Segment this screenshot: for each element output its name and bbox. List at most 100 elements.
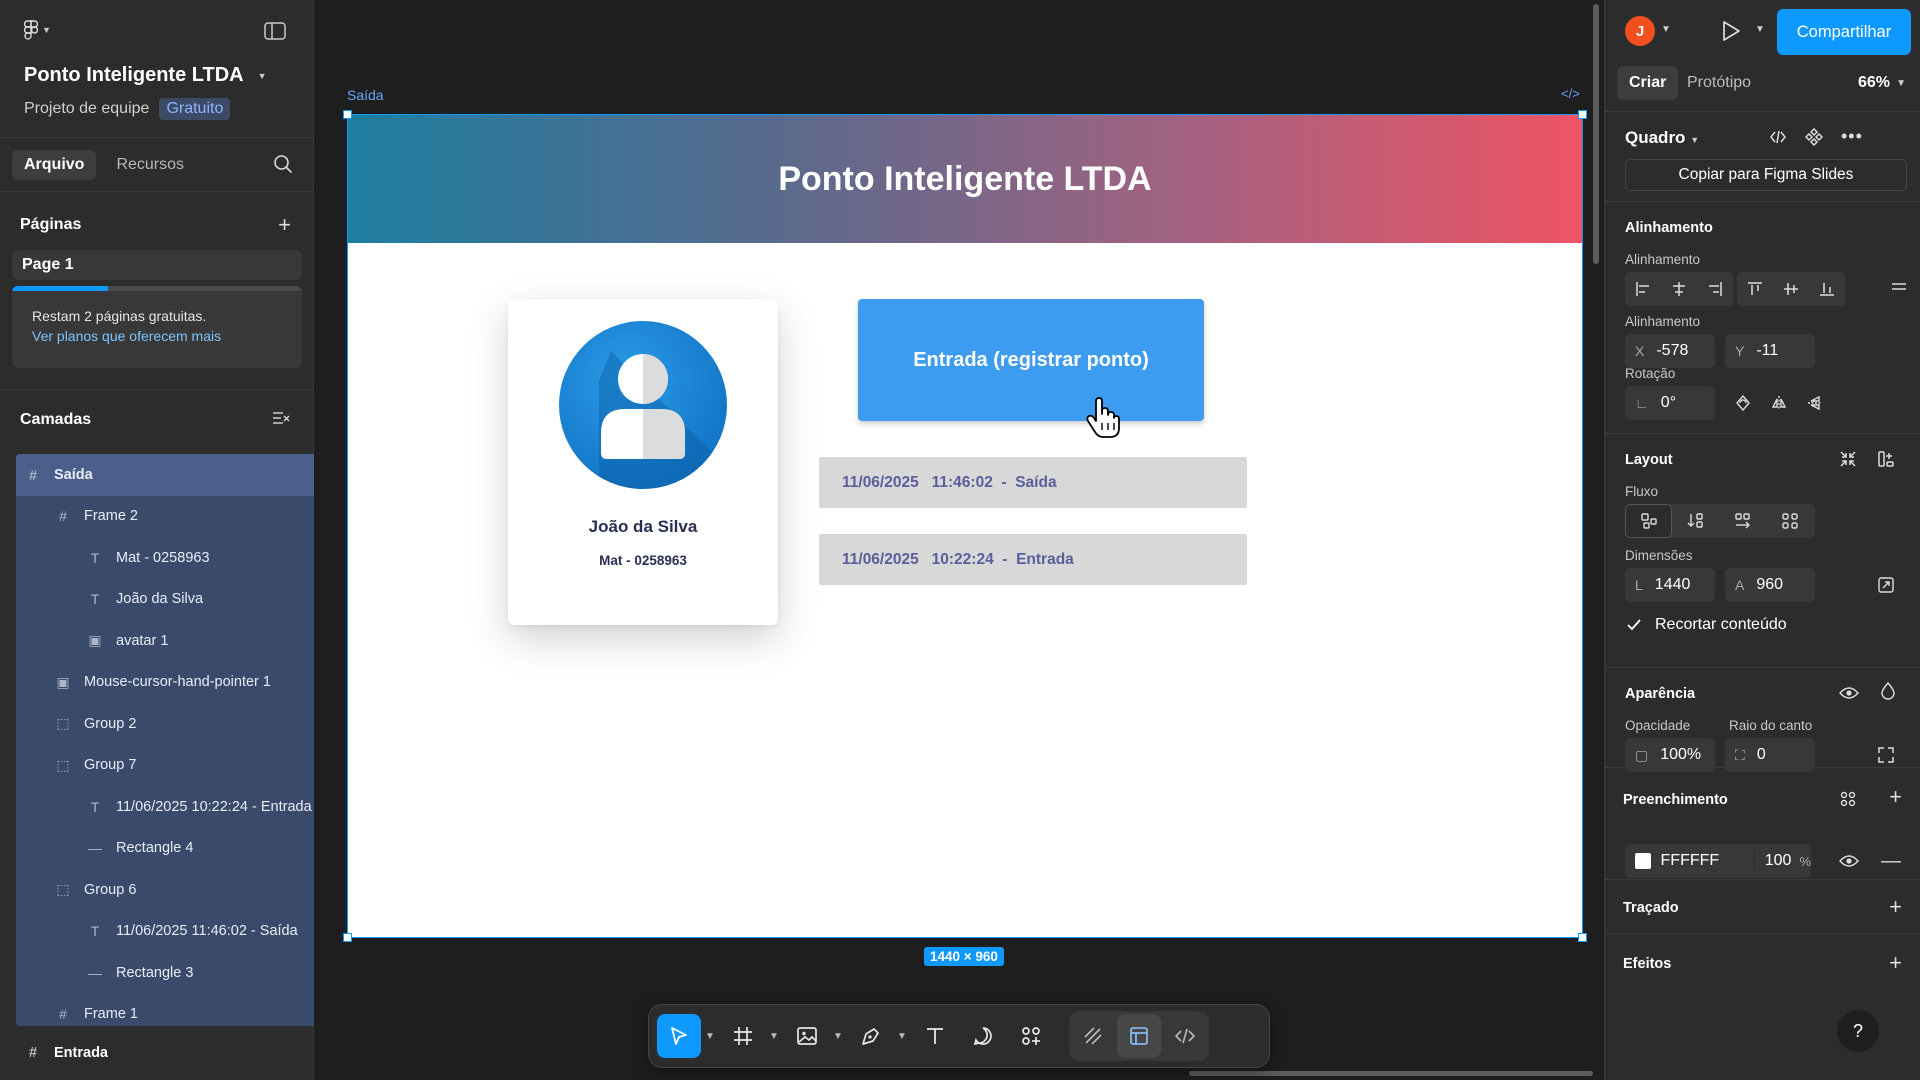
width-field[interactable]: L 1440 (1625, 568, 1715, 602)
help-button[interactable]: ? (1837, 1010, 1879, 1052)
layer-row[interactable]: T Mat - 0258963 (16, 537, 314, 579)
comment-tool-icon[interactable] (961, 1014, 1005, 1058)
layer-row[interactable]: ⬚ Group 2 (16, 703, 314, 745)
share-button[interactable]: Compartilhar (1777, 9, 1911, 55)
dev-mode-icon[interactable] (1163, 1014, 1207, 1058)
freeform-flow-icon[interactable] (1625, 504, 1672, 538)
tab-prototipo[interactable]: Protótipo (1675, 66, 1763, 100)
layer-row[interactable]: T 11/06/2025 10:22:24 - Entrada (16, 786, 314, 828)
chevron-down-icon[interactable]: ▼ (1661, 24, 1671, 35)
components-tool-icon[interactable] (1009, 1014, 1053, 1058)
chevron-down-icon[interactable]: ▼ (1755, 24, 1765, 35)
clip-content-checkbox[interactable]: Recortar conteúdo (1625, 616, 1787, 634)
chevron-down-icon[interactable]: ▼ (833, 1031, 845, 1042)
page-item-1[interactable]: Page 1 (12, 250, 302, 280)
code-icon[interactable]: </> (1561, 86, 1580, 101)
blend-mode-icon[interactable] (1881, 681, 1895, 704)
layer-row[interactable]: — Rectangle 3 (16, 952, 314, 994)
add-page-icon[interactable]: + (278, 212, 291, 238)
collapse-icon[interactable] (1839, 450, 1857, 472)
file-title[interactable]: Ponto Inteligente LTDA ▼ (24, 64, 267, 87)
opacity-field[interactable]: ▢ 100% (1625, 738, 1715, 772)
resize-to-fit-icon[interactable] (1877, 576, 1895, 598)
align-bottom-icon[interactable] (1809, 272, 1845, 306)
main-menu-button[interactable]: ▼ (24, 20, 51, 40)
image-tool-icon[interactable] (785, 1014, 829, 1058)
grid-flow-icon[interactable] (1766, 504, 1813, 538)
chevron-down-icon[interactable]: ▼ (1896, 78, 1906, 89)
distribute-icon[interactable] (1890, 280, 1908, 300)
layer-row[interactable]: ▣ avatar 1 (16, 620, 314, 662)
resize-handle-bl[interactable] (343, 933, 352, 942)
layer-row[interactable]: # Frame 1 (16, 994, 314, 1027)
frame-type-dropdown[interactable]: Quadro ▼ (1625, 128, 1699, 148)
resize-handle-tl[interactable] (343, 110, 352, 119)
layer-entrada[interactable]: # Entrada (16, 1032, 108, 1074)
add-stroke-icon[interactable]: + (1889, 894, 1902, 920)
text-tool-icon[interactable] (913, 1014, 957, 1058)
draw-mode-icon[interactable] (1071, 1014, 1115, 1058)
horizontal-flow-icon[interactable] (1719, 504, 1766, 538)
search-icon[interactable] (273, 154, 293, 178)
avatar[interactable]: J (1625, 16, 1655, 46)
x-position-field[interactable]: X -578 (1625, 334, 1715, 368)
more-options-icon[interactable]: ••• (1841, 126, 1863, 147)
horizontal-scrollbar[interactable] (1189, 1071, 1593, 1076)
align-middle-icon[interactable] (1773, 272, 1809, 306)
component-icon[interactable] (1804, 127, 1824, 150)
frame-tool-icon[interactable] (721, 1014, 765, 1058)
chevron-down-icon[interactable]: ▼ (705, 1031, 717, 1042)
design-mode-icon[interactable] (1117, 1014, 1161, 1058)
align-top-icon[interactable] (1737, 272, 1773, 306)
vertical-flow-icon[interactable] (1672, 504, 1719, 538)
flip-horizontal-icon[interactable] (1761, 386, 1797, 420)
layer-row[interactable]: — Rectangle 4 (16, 828, 314, 870)
fill-visibility-eye-icon[interactable] (1839, 854, 1859, 872)
fill-opacity-value[interactable]: 100 (1753, 852, 1791, 870)
present-play-icon[interactable] (1721, 20, 1741, 46)
add-effect-icon[interactable]: + (1889, 950, 1902, 976)
vertical-scrollbar[interactable] (1593, 4, 1599, 264)
height-field[interactable]: A 960 (1725, 568, 1815, 602)
layer-row[interactable]: ⬚ Group 7 (16, 745, 314, 787)
add-fill-icon[interactable]: + (1889, 784, 1902, 810)
tab-recursos[interactable]: Recursos (104, 150, 196, 180)
frame-saida[interactable]: Ponto Inteligente LTDA João da Silva Mat… (343, 110, 1587, 942)
layer-row[interactable]: T João da Silva (16, 579, 314, 621)
layer-row[interactable]: ⬚ Group 6 (16, 869, 314, 911)
flip-vertical-icon[interactable] (1797, 386, 1833, 420)
frame-label[interactable]: Saída (347, 87, 384, 103)
tab-arquivo[interactable]: Arquivo (12, 149, 97, 180)
layer-row[interactable]: T 11/06/2025 11:46:02 - Saída (16, 911, 314, 953)
layer-row[interactable]: ▣ Mouse-cursor-hand-pointer 1 (16, 662, 314, 704)
tab-criar[interactable]: Criar (1617, 66, 1679, 100)
fill-color-field[interactable]: FFFFFF 100 % (1625, 844, 1811, 878)
view-plans-link[interactable]: Ver planos que oferecem mais (32, 328, 221, 344)
resize-handle-tr[interactable] (1578, 110, 1587, 119)
layer-row[interactable]: # Frame 2 (16, 496, 314, 538)
independent-corners-icon[interactable] (1877, 746, 1895, 768)
plan-badge[interactable]: Gratuito (159, 98, 231, 120)
copy-to-slides-button[interactable]: Copiar para Figma Slides (1625, 159, 1907, 191)
sidebar-toggle-icon[interactable] (264, 22, 286, 44)
eye-icon[interactable] (1839, 686, 1859, 704)
corner-radius-field[interactable]: ⛶ 0 (1725, 738, 1815, 772)
rotate-icon[interactable] (1725, 386, 1761, 420)
color-swatch[interactable] (1635, 853, 1651, 869)
layer-row[interactable]: # Saída (16, 454, 314, 496)
rotation-field[interactable]: ∟ 0° (1625, 386, 1715, 420)
align-left-icon[interactable] (1625, 272, 1661, 306)
register-entry-button[interactable]: Entrada (registrar ponto) (858, 299, 1204, 421)
align-center-h-icon[interactable] (1661, 272, 1697, 306)
code-icon[interactable] (1769, 128, 1787, 150)
auto-layout-icon[interactable] (1877, 450, 1895, 472)
layers-filter-icon[interactable] (272, 410, 290, 430)
align-right-icon[interactable] (1697, 272, 1733, 306)
zoom-level[interactable]: 66% (1858, 74, 1890, 92)
chevron-down-icon[interactable]: ▼ (897, 1031, 909, 1042)
chevron-down-icon[interactable]: ▼ (769, 1031, 781, 1042)
pen-tool-icon[interactable] (849, 1014, 893, 1058)
canvas[interactable]: Saída </> Ponto Inteligente LTDA João da… (315, 0, 1603, 1080)
y-position-field[interactable]: Y -11 (1725, 334, 1815, 368)
move-tool-icon[interactable] (657, 1014, 701, 1058)
